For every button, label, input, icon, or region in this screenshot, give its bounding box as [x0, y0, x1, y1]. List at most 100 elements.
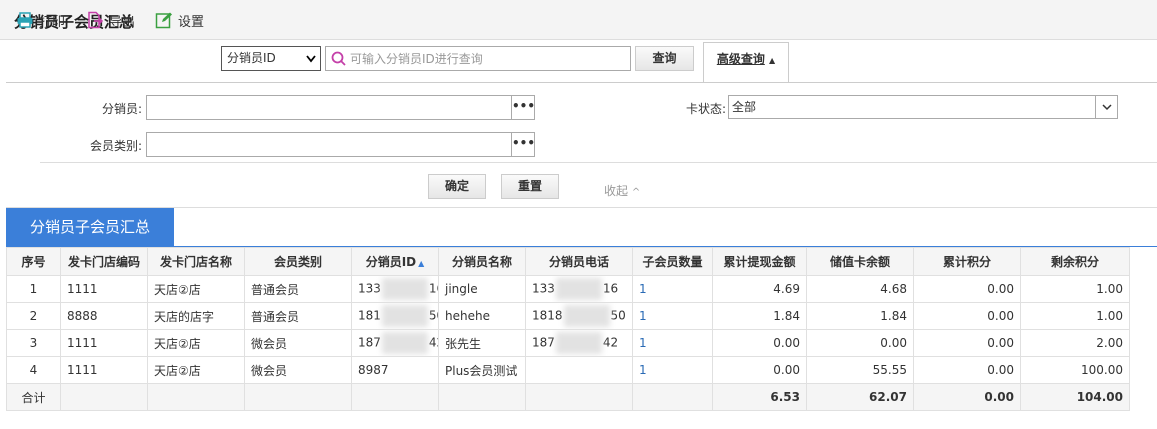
- cell-distributor-phone: 187 42: [525, 329, 633, 357]
- search-field-select[interactable]: 分销员ID: [221, 46, 321, 71]
- total-empty-cell: [147, 383, 245, 411]
- cell-distributor-name: hehehe: [438, 302, 526, 330]
- cell-sub-member-count-link[interactable]: 1: [632, 356, 713, 384]
- cell-card-balance: 4.68: [806, 275, 914, 303]
- redaction: [381, 278, 428, 300]
- column-header[interactable]: 子会员数量: [632, 247, 713, 276]
- cell-member-type: 微会员: [244, 329, 352, 357]
- cell-points-total: 0.00: [913, 356, 1021, 384]
- reset-button[interactable]: 重置: [501, 174, 559, 199]
- column-header[interactable]: 累计积分: [913, 247, 1021, 276]
- cell-distributor-phone: 1818 50: [525, 302, 633, 330]
- cell-phone-prefix: 133: [532, 281, 555, 296]
- cell-index: 2: [6, 302, 61, 330]
- total-empty-cell: [244, 383, 352, 411]
- column-header-label: 分销员ID: [365, 255, 417, 269]
- redaction: [555, 332, 602, 354]
- sort-asc-icon: ▲: [418, 259, 425, 268]
- cell-distributor-phone: 133 16: [525, 275, 633, 303]
- cell-member-type: 微会员: [244, 356, 352, 384]
- redaction: [563, 305, 610, 327]
- cell-phone-suffix: 16: [602, 281, 619, 296]
- cell-withdraw-total: 4.69: [712, 275, 807, 303]
- cell-distributor-id-prefix: 187: [358, 335, 381, 350]
- distributor-input[interactable]: [146, 95, 512, 120]
- table-row[interactable]: 2 8888 天店的店字 普通会员 18150 hehehe 181850 1 …: [6, 302, 1130, 330]
- chevron-down-icon: [306, 47, 316, 79]
- column-header[interactable]: 序号: [6, 247, 61, 276]
- cell-sub-member-count-link[interactable]: 1: [632, 275, 713, 303]
- cell-store-code: 1111: [60, 275, 148, 303]
- column-header-distributor-id[interactable]: 分销员ID ▲: [351, 247, 439, 276]
- column-header[interactable]: 剩余积分: [1020, 247, 1130, 276]
- column-header[interactable]: 会员类别: [244, 247, 352, 276]
- cell-withdraw-total: 0.00: [712, 329, 807, 357]
- print-label: 打印: [39, 14, 66, 30]
- search-icon: [331, 51, 346, 66]
- total-empty-cell: [60, 383, 148, 411]
- distributor-picker-button[interactable]: •••: [511, 95, 535, 120]
- cell-distributor-id-prefix: 133: [358, 281, 381, 296]
- export-button[interactable]: 导出: [86, 10, 135, 30]
- cell-distributor-name: 张先生: [438, 329, 526, 357]
- cell-index: 1: [6, 275, 61, 303]
- panel-divider: [40, 162, 1157, 163]
- cell-store-name: 天店②店: [147, 275, 245, 303]
- cell-phone-suffix: 50: [610, 308, 626, 323]
- cell-distributor-id: 8987: [351, 356, 439, 384]
- column-header[interactable]: 分销员名称: [438, 247, 526, 276]
- member-type-label: 会员类别:: [89, 139, 142, 153]
- advanced-search-label: 高级查询: [716, 52, 765, 66]
- cell-index: 4: [6, 356, 61, 384]
- cell-card-balance: 55.55: [806, 356, 914, 384]
- print-button[interactable]: 打印: [16, 10, 65, 30]
- member-type-input[interactable]: [146, 132, 512, 157]
- total-empty-cell: [438, 383, 526, 411]
- search-field-value: 分销员ID: [227, 51, 276, 65]
- column-header[interactable]: 发卡门店名称: [147, 247, 245, 276]
- cell-distributor-name: jingle: [438, 275, 526, 303]
- chevron-up-icon: ^: [631, 187, 641, 198]
- table-header-row: 序号 发卡门店编码 发卡门店名称 会员类别 分销员ID ▲ 分销员名称 分销员电话…: [6, 247, 1130, 276]
- member-type-picker-button[interactable]: •••: [511, 132, 535, 157]
- search-input[interactable]: [350, 49, 626, 68]
- cell-phone-suffix: 42: [602, 335, 619, 350]
- cell-distributor-id: 187 42: [351, 329, 439, 357]
- cell-points-total: 0.00: [913, 275, 1021, 303]
- query-button[interactable]: 查询: [635, 46, 694, 71]
- cell-store-code: 1111: [60, 329, 148, 357]
- cell-sub-member-count-link[interactable]: 1: [632, 302, 713, 330]
- table-row[interactable]: 3 1111 天店②店 微会员 187 42 张先生 187 42 1 0.00 0…: [6, 329, 1130, 357]
- confirm-button[interactable]: 确定: [428, 174, 486, 199]
- table-row[interactable]: 1 1111 天店②店 普通会员 133 16 jingle 133 16 1 4.…: [6, 275, 1130, 303]
- cell-distributor-id: 181 50: [351, 302, 439, 330]
- column-header[interactable]: 储值卡余额: [806, 247, 914, 276]
- settings-button[interactable]: 设置: [155, 10, 204, 30]
- cell-card-balance: 1.84: [806, 302, 914, 330]
- cell-distributor-id-suffix: 50: [428, 308, 438, 323]
- redaction: [381, 305, 428, 327]
- section-tab[interactable]: 分销员子会员汇总: [6, 208, 174, 247]
- edit-icon: [155, 12, 172, 29]
- cell-distributor-id-prefix: 181: [358, 308, 381, 323]
- total-points: 0.00: [913, 383, 1021, 411]
- printer-icon: [17, 12, 33, 28]
- column-header[interactable]: 累计提现金额: [712, 247, 807, 276]
- cell-store-code: 1111: [60, 356, 148, 384]
- distributor-label: 分销员:: [101, 102, 142, 116]
- cell-member-type: 普通会员: [244, 302, 352, 330]
- cell-sub-member-count-link[interactable]: 1: [632, 329, 713, 357]
- total-label: 合计: [6, 383, 61, 411]
- total-empty-cell: [632, 383, 713, 411]
- card-status-select[interactable]: 全部: [728, 95, 1118, 119]
- column-header[interactable]: 发卡门店编码: [60, 247, 148, 276]
- cell-points-remaining: 100.00: [1020, 356, 1130, 384]
- collapse-link[interactable]: 收起 ^: [604, 182, 640, 199]
- total-empty-cell: [525, 383, 633, 411]
- table-row[interactable]: 4 1111 天店②店 微会员 8987 Plus会员测试 1 0.00 55.…: [6, 356, 1130, 384]
- cell-distributor-phone: [525, 356, 633, 384]
- column-header[interactable]: 分销员电话: [525, 247, 633, 276]
- cell-points-total: 0.00: [913, 302, 1021, 330]
- total-remaining-points: 104.00: [1020, 383, 1130, 411]
- advanced-search-tab[interactable]: 高级查询 ▲: [703, 42, 789, 83]
